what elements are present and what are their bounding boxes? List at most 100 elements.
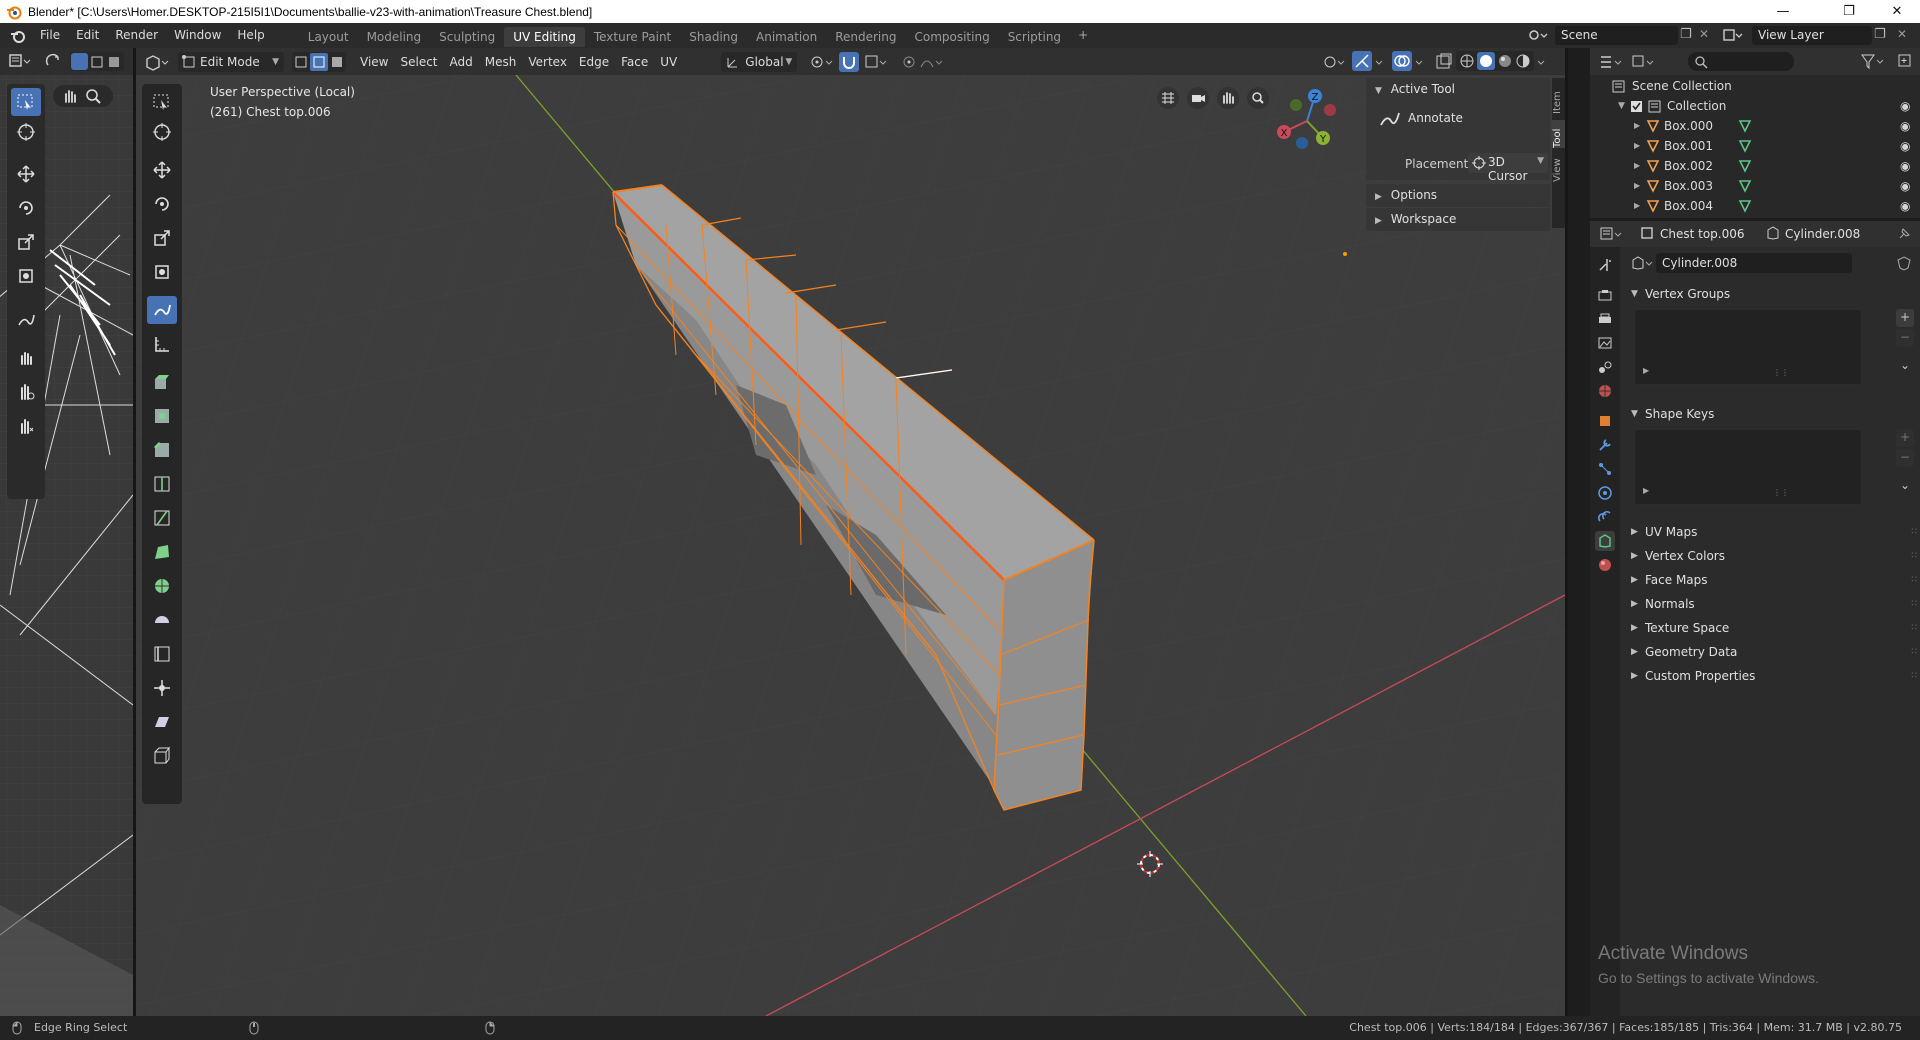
3d-viewport[interactable]: Edit Mode ▼ View Select Add Mesh Vertex Edge F… <box>136 48 1565 1016</box>
tab-physics[interactable] <box>1595 483 1615 503</box>
tab-particles[interactable] <box>1595 459 1615 479</box>
mesh-data-icon[interactable] <box>1738 199 1752 213</box>
new-scene-icon[interactable]: ❐ <box>1680 27 1698 45</box>
tab-view-layer[interactable] <box>1595 333 1615 353</box>
uv-face-select-icon[interactable] <box>107 55 121 69</box>
outliner[interactable]: Scene Collection ▼ Collection ◉ ▶ Box.000… <box>1590 48 1920 218</box>
outliner-row[interactable]: ▶ Box.000 ◉ <box>1590 116 1920 136</box>
uv-annotate-tool[interactable] <box>11 306 41 334</box>
vertex-groups-panel[interactable]: ▼ Vertex Groups <box>1623 283 1920 306</box>
view-layer-field[interactable]: View Layer <box>1752 26 1872 45</box>
vertex-groups-list[interactable]: ▶ ⋮⋮ <box>1634 309 1862 385</box>
viewport-menu-select[interactable]: Select <box>394 52 443 72</box>
chevron-down-icon[interactable] <box>1414 52 1426 72</box>
tab-mesh-data[interactable] <box>1595 531 1615 551</box>
scale-tool[interactable] <box>147 224 177 252</box>
new-collection-icon[interactable] <box>1896 52 1914 70</box>
view-layer-browser-icon[interactable] <box>1722 27 1744 45</box>
rotate-tool[interactable] <box>147 190 177 218</box>
shear-tool[interactable] <box>147 708 177 736</box>
edge-slide-tool[interactable] <box>147 640 177 668</box>
zoom-view-icon[interactable] <box>85 88 101 104</box>
drag-handle-icon[interactable]: ∷ <box>1911 665 1917 688</box>
mesh-data-icon[interactable] <box>1738 159 1752 173</box>
tab-modeling[interactable]: Modeling <box>358 27 431 47</box>
resize-handle-icon[interactable]: ⋮⋮ <box>1773 368 1789 377</box>
drag-handle-icon[interactable]: ∷ <box>1911 617 1917 640</box>
spin-tool[interactable] <box>147 572 177 600</box>
add-shape-key-button[interactable]: + <box>1896 429 1914 447</box>
chevron-right-icon[interactable]: ▶ <box>1643 486 1649 495</box>
xray-icon[interactable] <box>1434 52 1454 72</box>
outliner-row[interactable]: ▶ Box.003 ◉ <box>1590 176 1920 196</box>
tab-modifiers[interactable] <box>1595 435 1615 455</box>
orientation-dropdown[interactable]: Global ▼ <box>721 51 798 72</box>
zoom-view-icon[interactable] <box>1246 86 1270 110</box>
tab-output[interactable] <box>1595 309 1615 329</box>
outliner-search-input[interactable] <box>1688 52 1794 71</box>
tab-rendering[interactable]: Rendering <box>826 27 905 47</box>
navigation-gizmo[interactable]: Z X Y <box>1272 86 1342 156</box>
panel-geometry-data[interactable]: ▶ Geometry Data ∷ <box>1623 641 1920 664</box>
grid-view-icon[interactable] <box>1156 86 1180 110</box>
extrude-tool[interactable] <box>147 368 177 396</box>
menu-help[interactable]: Help <box>229 23 272 48</box>
pin-icon[interactable] <box>1896 226 1912 242</box>
minimize-icon[interactable]: — <box>1760 0 1806 23</box>
chevron-right-icon[interactable]: ▶ <box>1634 136 1640 156</box>
overlays-toggle[interactable] <box>1392 51 1412 71</box>
uv-pinch-tool[interactable] <box>11 412 41 440</box>
tab-layout[interactable]: Layout <box>299 27 358 47</box>
uv-grab-tool[interactable] <box>11 344 41 372</box>
viewport-menu-uv[interactable]: UV <box>654 52 683 72</box>
mesh-data-icon[interactable] <box>1738 139 1752 153</box>
mesh-data-icon[interactable] <box>1738 119 1752 133</box>
close-icon[interactable]: ✕ <box>1874 0 1920 23</box>
tab-view[interactable]: View <box>1552 154 1565 182</box>
cursor-tool[interactable] <box>147 118 177 146</box>
chevron-right-icon[interactable]: ▶ <box>1634 196 1640 216</box>
panel-normals[interactable]: ▶ Normals ∷ <box>1623 593 1920 616</box>
tab-tool-settings[interactable] <box>1595 255 1615 275</box>
panel-face-maps[interactable]: ▶ Face Maps ∷ <box>1623 569 1920 592</box>
mesh-name-field[interactable]: Cylinder.008 <box>1656 253 1852 273</box>
chevron-down-icon[interactable] <box>1536 52 1548 72</box>
chevron-right-icon[interactable]: ▶ <box>1643 366 1649 375</box>
editor-type-icon[interactable] <box>1598 53 1624 71</box>
rip-region-tool[interactable] <box>147 742 177 770</box>
viewport-menu-vertex[interactable]: Vertex <box>522 52 573 72</box>
uv-sync-icon[interactable] <box>45 53 61 69</box>
menu-edit[interactable]: Edit <box>68 23 107 48</box>
remove-scene-icon[interactable]: ✕ <box>1699 27 1715 45</box>
material-shading-icon[interactable] <box>1496 52 1514 70</box>
tab-world[interactable] <box>1595 381 1615 401</box>
mesh-data-icon[interactable] <box>1738 179 1752 193</box>
wireframe-shading-icon[interactable] <box>1458 52 1476 70</box>
rendered-shading-icon[interactable] <box>1514 52 1532 70</box>
uv-vertex-select-button[interactable] <box>71 53 88 70</box>
restore-icon[interactable]: ❐ <box>1826 0 1872 23</box>
menu-window[interactable]: Window <box>166 23 229 48</box>
outliner-row[interactable]: ▶ Box.004 ◉ <box>1590 196 1920 216</box>
uv-relax-tool[interactable] <box>11 378 41 406</box>
drag-handle-icon[interactable]: ∷ <box>1911 593 1917 616</box>
poly-build-tool[interactable] <box>147 538 177 566</box>
tab-material[interactable] <box>1595 555 1615 575</box>
eye-icon[interactable]: ◉ <box>1900 196 1910 216</box>
proportional-edit-icon[interactable] <box>901 53 917 71</box>
pan-view-icon[interactable] <box>61 88 77 104</box>
panel-custom-properties[interactable]: ▶ Custom Properties ∷ <box>1623 665 1920 688</box>
workspace-section[interactable]: ▶ Workspace <box>1366 208 1550 231</box>
uv-select-box-tool[interactable] <box>11 88 41 116</box>
edge-select-button[interactable] <box>310 52 328 71</box>
editor-type-icon[interactable] <box>8 53 32 69</box>
eye-icon[interactable]: ◉ <box>1900 96 1910 116</box>
resize-handle-icon[interactable]: ⋮⋮ <box>1773 488 1789 497</box>
uv-rotate-tool[interactable] <box>11 194 41 222</box>
tab-tool[interactable]: Tool <box>1552 120 1565 148</box>
gizmo-toggle[interactable] <box>1352 51 1372 71</box>
viewport-menu-face[interactable]: Face <box>615 52 654 72</box>
selectability-icon[interactable] <box>1321 52 1347 72</box>
panel-uv-maps[interactable]: ▶ UV Maps ∷ <box>1623 521 1920 544</box>
select-box-tool[interactable] <box>147 88 177 116</box>
